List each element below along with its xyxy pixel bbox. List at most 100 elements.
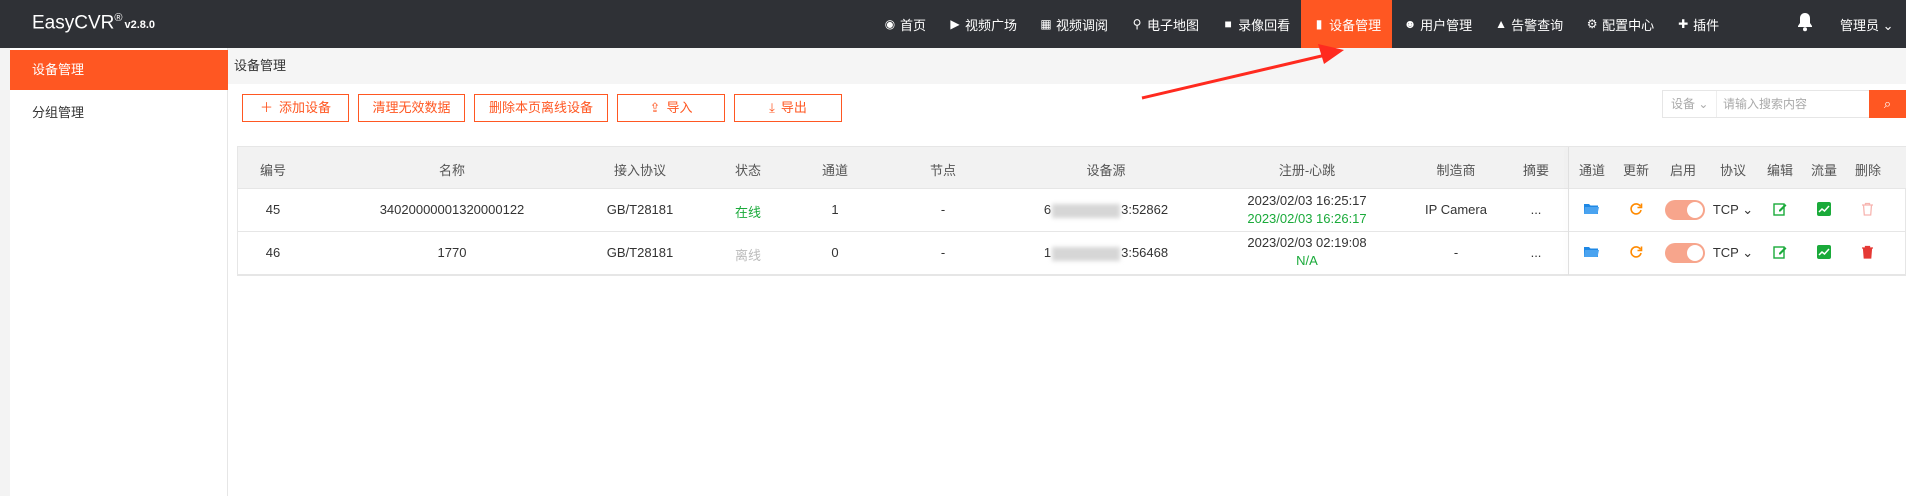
nav-item-home[interactable]: ◉ 首页 — [872, 0, 937, 48]
search-icon: ⌕ — [1883, 96, 1892, 111]
transport-value: TCP — [1712, 202, 1739, 217]
table-row: 45 34020000001320000122 GB/T28181 在线 1 -… — [238, 189, 1906, 232]
folder-icon[interactable] — [1584, 245, 1599, 261]
column-header[interactable]: 节点 — [880, 160, 1006, 179]
nav-item-device-management[interactable]: ▮ 设备管理 — [1301, 0, 1393, 48]
column-header[interactable]: 名称 — [330, 160, 574, 179]
admin-label: 管理员 — [1840, 18, 1880, 33]
channel-count: 0 — [831, 245, 839, 260]
nav-item-user-management[interactable]: ☻ 用户管理 — [1392, 0, 1483, 48]
search-type-select[interactable]: 设备 ⌄ — [1663, 91, 1717, 117]
column-header[interactable]: 设备源 — [1006, 160, 1206, 179]
enable-toggle[interactable] — [1665, 200, 1705, 220]
export-button[interactable]: ⤓ 导出 — [734, 94, 842, 122]
nav-label: 用户管理 — [1420, 17, 1473, 33]
enable-toggle[interactable] — [1665, 243, 1705, 263]
column-header[interactable]: 编号 — [238, 160, 308, 179]
device-table: 编号 名称 接入协议 状态 通道 节点 设备源 注册-心跳 制造商 摘要 通道 … — [237, 146, 1906, 276]
summary-more[interactable]: ... — [1504, 202, 1568, 217]
column-header[interactable]: 制造商 — [1408, 160, 1504, 179]
register-time: 2023/02/03 02:19:08 — [1247, 235, 1367, 250]
vendor: IP Camera — [1425, 202, 1487, 217]
app-version: v2.8.0 — [124, 19, 156, 32]
nav-label: 视频调阅 — [1056, 17, 1109, 33]
fixed-columns-divider — [1568, 147, 1569, 275]
nav-item-plugins[interactable]: ✚ 插件 — [1665, 0, 1730, 48]
clean-invalid-data-button[interactable]: 清理无效数据 — [358, 94, 465, 122]
nav-item-map[interactable]: ⚲ 电子地图 — [1119, 0, 1210, 48]
status-badge: 离线 — [734, 248, 761, 263]
sidebar-edge — [0, 48, 10, 496]
upload-icon: ⇪ — [649, 100, 661, 115]
heartbeat-time: 2023/02/03 16:26:17 — [1247, 211, 1367, 226]
chevron-down-icon: ⌄ — [1742, 202, 1754, 217]
chevron-down-icon: ⌄ — [1698, 97, 1709, 111]
column-header[interactable]: 流量 — [1802, 160, 1846, 179]
column-header[interactable]: 删除 — [1846, 160, 1890, 179]
nav-item-video-browse[interactable]: ▦ 视频调阅 — [1028, 0, 1119, 48]
nav-item-video-square[interactable]: ▶ 视频广场 — [937, 0, 1028, 48]
device-name: 1770 — [437, 245, 467, 260]
transport-select[interactable]: TCP ⌄ — [1708, 202, 1758, 218]
chevron-down-icon: ⌄ — [1742, 245, 1754, 260]
bell-icon[interactable] — [1796, 12, 1814, 37]
device-name: 34020000001320000122 — [379, 202, 525, 217]
import-button[interactable]: ⇪ 导入 — [617, 94, 725, 122]
search-input[interactable] — [1723, 91, 1873, 117]
transport-select[interactable]: TCP ⌄ — [1708, 245, 1758, 261]
device-protocol: GB/T28181 — [606, 245, 674, 260]
column-header[interactable]: 通道 — [790, 160, 880, 179]
nav-item-playback[interactable]: ■ 录像回看 — [1210, 0, 1301, 48]
breadcrumb: 设备管理 — [228, 48, 1906, 84]
device-source: 6 3:52862 — [1006, 202, 1206, 218]
node-value: - — [940, 245, 946, 260]
puzzle-icon: ✚ — [1678, 17, 1689, 31]
delete-offline-devices-button[interactable]: 删除本页离线设备 — [474, 94, 608, 122]
chart-icon[interactable] — [1817, 202, 1831, 219]
grid-icon: ▦ — [1040, 17, 1052, 31]
device-id: 45 — [265, 202, 281, 217]
search-button[interactable]: ⌕ — [1869, 90, 1906, 118]
app-name: EasyCVR — [32, 12, 115, 34]
device-source-port: 3:52862 — [1121, 202, 1169, 217]
nav-item-alarm-query[interactable]: ▲ 告警查询 — [1483, 0, 1574, 48]
device-id: 46 — [265, 245, 281, 260]
redacted-ip — [1052, 203, 1121, 218]
trash-icon[interactable] — [1861, 245, 1874, 262]
column-header[interactable]: 启用 — [1658, 160, 1708, 179]
column-header[interactable]: 接入协议 — [574, 160, 706, 179]
dashboard-icon: ◉ — [884, 17, 896, 31]
app-logo[interactable]: EasyCVR®v2.8.0 — [32, 12, 155, 34]
column-header[interactable]: 协议 — [1708, 160, 1758, 179]
column-header[interactable]: 编辑 — [1758, 160, 1802, 179]
device-source-port: 3:56468 — [1121, 245, 1169, 260]
sidebar-item-group-management[interactable]: 分组管理 — [10, 93, 228, 133]
folder-icon[interactable] — [1584, 202, 1599, 218]
button-label: 添加设备 — [279, 100, 332, 115]
column-header[interactable]: 状态 — [706, 160, 790, 179]
vendor: - — [1453, 245, 1459, 260]
chevron-down-icon: ⌄ — [1882, 18, 1894, 33]
sidebar-item-device-management[interactable]: 设备管理 — [10, 50, 228, 90]
refresh-icon[interactable] — [1629, 245, 1643, 262]
nav-label: 配置中心 — [1602, 17, 1655, 33]
table-header: 编号 名称 接入协议 状态 通道 节点 设备源 注册-心跳 制造商 摘要 通道 … — [238, 147, 1906, 189]
nav-item-config-center[interactable]: ⚙ 配置中心 — [1574, 0, 1665, 48]
redacted-ip — [1052, 246, 1121, 261]
edit-icon[interactable] — [1773, 245, 1787, 262]
edit-icon[interactable] — [1773, 202, 1787, 219]
nav-label: 录像回看 — [1238, 17, 1291, 33]
nav-label: 视频广场 — [965, 17, 1018, 33]
add-device-button[interactable]: ＋ 添加设备 — [242, 94, 349, 122]
column-header[interactable]: 注册-心跳 — [1206, 160, 1408, 179]
button-label: 导出 — [780, 100, 807, 115]
column-header[interactable]: 摘要 — [1504, 160, 1568, 179]
refresh-icon[interactable] — [1629, 202, 1643, 219]
column-header[interactable]: 更新 — [1614, 160, 1658, 179]
chart-icon[interactable] — [1817, 245, 1831, 262]
user-icon: ☻ — [1403, 17, 1417, 31]
summary-more[interactable]: ... — [1504, 245, 1568, 260]
video-camera-icon: ■ — [1224, 17, 1232, 31]
admin-menu[interactable]: 管理员 ⌄ — [1840, 15, 1894, 34]
column-header[interactable]: 通道 — [1570, 160, 1614, 179]
